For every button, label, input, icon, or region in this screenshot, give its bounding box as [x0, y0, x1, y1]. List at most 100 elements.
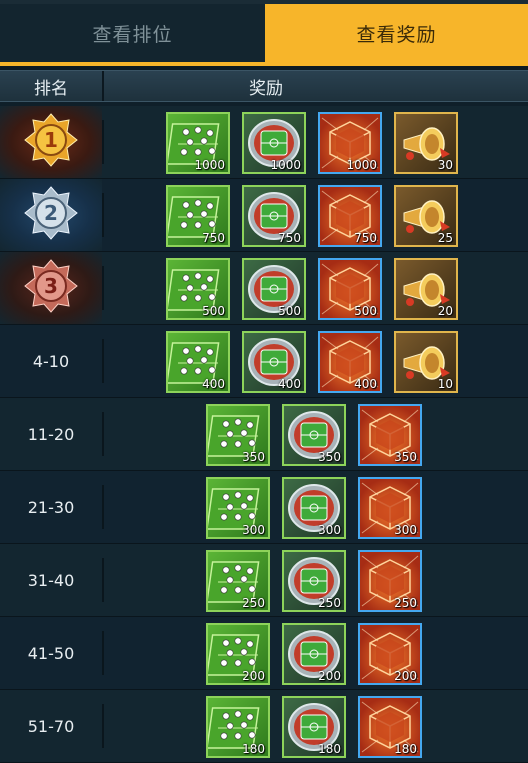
reward-item-tactic[interactable]: 250 — [206, 550, 270, 612]
rank-column-header: 排名 — [0, 71, 104, 101]
rank-cell: 51-70 — [0, 690, 102, 762]
reward-item-cube[interactable]: 350 — [358, 404, 422, 466]
reward-item-stadium[interactable]: 400 — [242, 331, 306, 393]
reward-quantity: 500 — [202, 304, 225, 318]
bronze-medal-icon: 3 — [21, 256, 81, 320]
reward-quantity: 500 — [354, 304, 377, 318]
reward-items: 300 300 300 — [206, 477, 422, 539]
reward-item-cube[interactable]: 250 — [358, 550, 422, 612]
reward-items: 500 500 500 20 — [166, 258, 458, 320]
rank-divider — [102, 120, 104, 164]
reward-table: 1 1000 1000 1000 30 2 750 750 750 25 3 500 500 500 20 4… — [0, 106, 528, 763]
reward-row: 11-20 350 350 350 — [0, 398, 528, 471]
reward-item-stadium[interactable]: 750 — [242, 185, 306, 247]
reward-item-cube[interactable]: 180 — [358, 696, 422, 758]
reward-item-tactic[interactable]: 500 — [166, 258, 230, 320]
reward-item-stadium[interactable]: 250 — [282, 550, 346, 612]
reward-quantity: 250 — [318, 596, 341, 610]
reward-item-cube[interactable]: 750 — [318, 185, 382, 247]
svg-text:1: 1 — [44, 128, 58, 152]
reward-item-stadium[interactable]: 350 — [282, 404, 346, 466]
reward-item-tactic[interactable]: 350 — [206, 404, 270, 466]
rank-divider — [102, 704, 104, 748]
reward-quantity: 400 — [354, 377, 377, 391]
rank-cell: 41-50 — [0, 617, 102, 689]
reward-item-stadium[interactable]: 1000 — [242, 112, 306, 174]
rank-divider — [102, 558, 104, 602]
rank-divider — [102, 412, 104, 456]
rank-label: 51-70 — [27, 716, 75, 736]
rank-medal-cell: 1 — [0, 106, 102, 178]
reward-items: 180 180 180 — [206, 696, 422, 758]
reward-quantity: 30 — [437, 158, 453, 172]
reward-item-horn[interactable]: 30 — [394, 112, 458, 174]
reward-item-tactic[interactable]: 1000 — [166, 112, 230, 174]
rank-medal-cell: 3 — [0, 252, 102, 324]
reward-row: 31-40 250 250 250 — [0, 544, 528, 617]
reward-item-stadium[interactable]: 180 — [282, 696, 346, 758]
rank-cell: 31-40 — [0, 544, 102, 616]
reward-row: 4-10 400 400 400 10 — [0, 325, 528, 398]
reward-quantity: 350 — [318, 450, 341, 464]
rank-label: 4-10 — [32, 351, 70, 371]
rank-label: 11-20 — [27, 424, 75, 444]
reward-quantity: 750 — [278, 231, 301, 245]
reward-item-cube[interactable]: 300 — [358, 477, 422, 539]
svg-text:2: 2 — [44, 201, 58, 225]
reward-quantity: 250 — [394, 596, 417, 610]
reward-item-stadium[interactable]: 300 — [282, 477, 346, 539]
rank-cell: 21-30 — [0, 471, 102, 543]
reward-item-tactic[interactable]: 750 — [166, 185, 230, 247]
reward-quantity: 200 — [318, 669, 341, 683]
reward-quantity: 1000 — [346, 158, 377, 172]
reward-row: 3 500 500 500 20 — [0, 252, 528, 325]
reward-quantity: 300 — [318, 523, 341, 537]
reward-row: 2 750 750 750 25 — [0, 179, 528, 252]
reward-item-cube[interactable]: 200 — [358, 623, 422, 685]
tab-view-ranking[interactable]: 查看排位 — [0, 4, 265, 62]
silver-medal-icon: 2 — [21, 183, 81, 247]
reward-item-stadium[interactable]: 500 — [242, 258, 306, 320]
rank-cell: 4-10 — [0, 325, 102, 397]
rank-divider — [102, 339, 104, 383]
rank-cell: 11-20 — [0, 398, 102, 470]
reward-quantity: 350 — [242, 450, 265, 464]
table-header: 排名 奖励 — [0, 70, 528, 102]
reward-quantity: 20 — [437, 304, 453, 318]
reward-quantity: 25 — [437, 231, 453, 245]
reward-item-tactic[interactable]: 400 — [166, 331, 230, 393]
rank-divider — [102, 631, 104, 675]
reward-items: 250 250 250 — [206, 550, 422, 612]
reward-item-cube[interactable]: 500 — [318, 258, 382, 320]
reward-item-stadium[interactable]: 200 — [282, 623, 346, 685]
reward-row: 51-70 180 180 180 — [0, 690, 528, 763]
rank-label: 41-50 — [27, 643, 75, 663]
reward-item-tactic[interactable]: 200 — [206, 623, 270, 685]
reward-item-cube[interactable]: 400 — [318, 331, 382, 393]
reward-item-horn[interactable]: 25 — [394, 185, 458, 247]
reward-row: 41-50 200 200 200 — [0, 617, 528, 690]
reward-row: 1 1000 1000 1000 30 — [0, 106, 528, 179]
rank-divider — [102, 193, 104, 237]
reward-item-horn[interactable]: 10 — [394, 331, 458, 393]
reward-quantity: 1000 — [270, 158, 301, 172]
tab-view-rewards[interactable]: 查看奖励 — [265, 4, 528, 62]
rank-label: 31-40 — [27, 570, 75, 590]
rank-medal-cell: 2 — [0, 179, 102, 251]
reward-item-tactic[interactable]: 180 — [206, 696, 270, 758]
reward-quantity: 400 — [202, 377, 225, 391]
reward-quantity: 500 — [278, 304, 301, 318]
svg-text:3: 3 — [44, 274, 58, 298]
reward-quantity: 400 — [278, 377, 301, 391]
reward-column-header: 奖励 — [249, 78, 283, 99]
reward-item-horn[interactable]: 20 — [394, 258, 458, 320]
reward-quantity: 180 — [318, 742, 341, 756]
gold-medal-icon: 1 — [21, 110, 81, 174]
reward-quantity: 350 — [394, 450, 417, 464]
reward-item-cube[interactable]: 1000 — [318, 112, 382, 174]
tab-bar: 查看排位 查看奖励 — [0, 4, 528, 62]
rank-label: 21-30 — [27, 497, 75, 517]
reward-items: 200 200 200 — [206, 623, 422, 685]
reward-quantity: 1000 — [194, 158, 225, 172]
reward-item-tactic[interactable]: 300 — [206, 477, 270, 539]
